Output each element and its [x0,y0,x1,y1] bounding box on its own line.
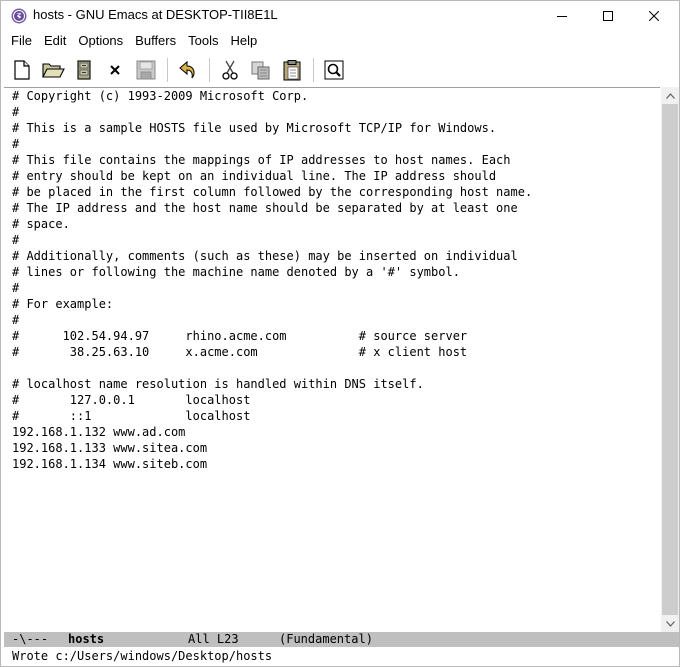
buffer-line: # ::1 localhost [12,409,251,423]
menu-options[interactable]: Options [72,31,129,51]
modeline-buffer-name[interactable]: hosts [68,632,104,647]
maximize-icon [603,11,613,21]
buffer-line: # For example: [12,297,114,311]
scrollbar-thumb[interactable] [662,104,678,615]
search-icon [324,60,344,79]
copy-icon [251,61,270,79]
editor-buffer[interactable]: # Copyright (c) 1993-2009 Microsoft Corp… [4,87,660,631]
buffer-line: # [12,137,20,151]
close-icon [649,11,659,21]
minimize-button[interactable] [539,1,585,31]
paste-button[interactable] [279,57,305,83]
undo-button[interactable] [175,57,201,83]
buffer-line: # This file contains the mappings of IP … [12,153,511,167]
menu-help[interactable]: Help [224,31,263,51]
title-bar[interactable]: hosts - GNU Emacs at DESKTOP-TII8E1L [1,1,679,31]
close-button[interactable] [631,1,677,31]
scroll-down-button[interactable] [661,615,679,632]
new-file-icon [14,59,30,80]
close-buffer-button[interactable] [102,57,128,83]
modeline-major-mode[interactable]: (Fundamental) [279,632,373,647]
paste-icon [283,59,301,80]
maximize-button[interactable] [585,1,631,31]
cut-icon [222,60,238,80]
buffer-line: # [12,313,20,327]
open-folder-icon [42,62,65,78]
buffer-line: # Copyright (c) 1993-2009 Microsoft Corp… [12,89,309,103]
dired-button[interactable] [71,57,97,83]
search-button[interactable] [321,57,347,83]
buffer-line: # The IP address and the host name shoul… [12,201,518,215]
emacs-window: hosts - GNU Emacs at DESKTOP-TII8E1L Fil… [0,0,680,667]
save-icon [136,60,156,79]
chevron-up-icon [665,92,675,99]
buffer-line: # localhost name resolution is handled w… [12,377,424,391]
menu-file[interactable]: File [5,31,38,51]
buffer-line: # [12,233,20,247]
dired-icon [77,59,91,80]
emacs-icon [11,8,27,24]
echo-area[interactable]: Wrote c:/Users/windows/Desktop/hosts [4,648,679,666]
buffer-line: # lines or following the machine name de… [12,265,460,279]
copy-button[interactable] [248,57,274,83]
buffer-line: # entry should be kept on an individual … [12,169,497,183]
buffer-line: # Additionally, comments (such as these)… [12,249,518,263]
chevron-down-icon [665,620,675,627]
modeline-position: All L23 [188,632,239,646]
open-file-button[interactable] [40,57,66,83]
buffer-line: 192.168.1.134 www.siteb.com [12,457,208,471]
undo-icon [179,60,195,78]
menu-tools[interactable]: Tools [182,31,224,51]
toolbar-separator [313,57,314,82]
buffer-line: 192.168.1.132 www.ad.com [12,425,186,439]
buffer-line: # be placed in the first column followed… [12,185,533,199]
buffer-line: # [12,105,20,119]
minimize-icon [557,16,567,17]
buffer-line: # 38.25.63.10 x.acme.com # x client host [12,345,468,359]
buffer-line: # 102.54.94.97 rhino.acme.com # source s… [12,329,468,343]
new-file-button[interactable] [9,57,35,83]
save-button[interactable] [133,57,159,83]
buffer-line: # 127.0.0.1 localhost [12,393,251,407]
cut-button[interactable] [217,57,243,83]
buffer-line: # space. [12,217,70,231]
toolbar-separator [209,57,210,82]
mode-line[interactable]: -\--- hosts All L23 (Fundamental) [4,632,679,647]
menu-buffers[interactable]: Buffers [129,31,182,51]
toolbar-separator [167,57,168,82]
menu-edit[interactable]: Edit [38,31,72,51]
menu-bar: File Edit Options Buffers Tools Help [1,31,679,51]
close-buffer-icon [110,64,120,75]
buffer-line: # [12,281,20,295]
window-title: hosts - GNU Emacs at DESKTOP-TII8E1L [33,7,278,22]
buffer-line: 192.168.1.133 www.sitea.com [12,441,208,455]
toolbar [1,53,679,86]
vertical-scrollbar[interactable] [661,87,679,632]
buffer-line: # This is a sample HOSTS file used by Mi… [12,121,497,135]
scroll-up-button[interactable] [661,87,679,104]
modeline-status: -\--- [12,632,49,646]
